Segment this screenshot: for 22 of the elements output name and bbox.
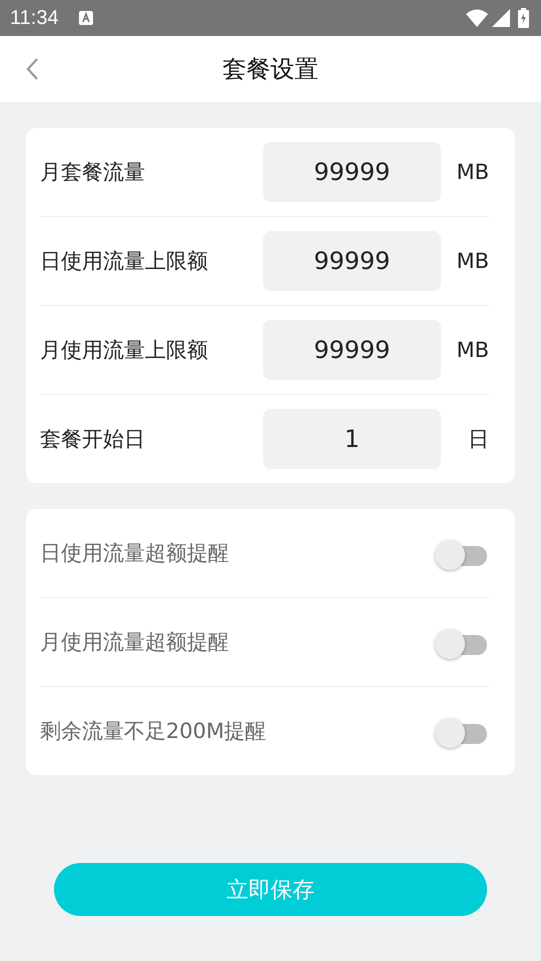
unit-label: 日 xyxy=(467,426,489,453)
setting-label: 月套餐流量 xyxy=(40,159,146,186)
unit-label: MB xyxy=(455,160,489,184)
unit-label: MB xyxy=(455,338,489,362)
setting-label: 套餐开始日 xyxy=(40,426,146,453)
reminder-label: 月使用流量超额提醒 xyxy=(40,629,230,656)
signal-icon xyxy=(492,9,510,27)
value-field[interactable]: 99999 xyxy=(263,320,441,380)
value-field[interactable]: 99999 xyxy=(263,142,441,202)
wifi-icon xyxy=(466,9,488,27)
status-time: 11:34 xyxy=(10,6,59,30)
chevron-left-icon xyxy=(25,57,39,81)
unit-label: MB xyxy=(455,249,489,273)
setting-label: 日使用流量上限额 xyxy=(40,248,209,275)
battery-icon xyxy=(518,8,529,28)
value-field[interactable]: 1 xyxy=(263,409,441,469)
page-title: 套餐设置 xyxy=(222,54,318,85)
value-field[interactable]: 99999 xyxy=(263,231,441,291)
keyboard-icon xyxy=(78,11,93,25)
reminder-label: 剩余流量不足200M提醒 xyxy=(40,718,268,745)
setting-label: 月使用流量上限额 xyxy=(40,337,209,364)
reminder-label: 日使用流量超额提醒 xyxy=(40,540,230,567)
